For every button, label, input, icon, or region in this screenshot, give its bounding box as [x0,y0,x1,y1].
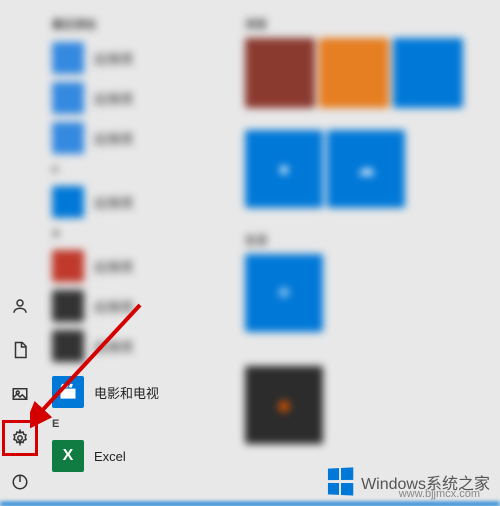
start-rail [0,0,40,506]
app-item-excel[interactable]: X Excel [40,436,240,476]
section-header-e[interactable]: E [40,412,240,436]
tile[interactable]: ● [245,130,323,208]
gear-icon [11,429,29,447]
tile[interactable] [319,38,389,108]
power-icon[interactable] [2,464,38,500]
user-icon[interactable] [2,288,38,324]
app-item[interactable]: 应用项 [40,38,240,78]
app-item[interactable]: 应用项 [40,326,240,366]
tile[interactable]: ☁ [327,130,405,208]
section-header[interactable]: 最近添加 [40,10,240,38]
document-icon[interactable] [2,332,38,368]
windows-logo-icon [328,467,355,496]
tiles-area: 浏览 ● ☁ 生活 ☀ ◆ [245,0,500,506]
app-item[interactable]: 应用项 [40,78,240,118]
app-item[interactable]: 应用项 [40,182,240,222]
app-list-clear: 电影和电视 E X Excel [40,372,240,476]
section-header[interactable]: A [40,222,240,246]
tile[interactable] [393,38,463,108]
app-item[interactable]: 应用项 [40,246,240,286]
app-item[interactable]: 应用项 [40,286,240,326]
taskbar[interactable] [0,502,500,506]
tile[interactable]: ☀ [245,254,323,332]
pictures-icon[interactable] [2,376,38,412]
excel-icon: X [52,440,84,472]
app-item-movies-tv[interactable]: 电影和电视 [40,372,240,412]
watermark: Windows系统之家 www.bjjmcx.com [327,468,490,496]
start-menu: 最近添加 应用项 应用项 应用项 # 应用项 A 应用项 应用项 应用项 电影和… [0,0,500,506]
tile[interactable] [245,38,315,108]
tile-group-label[interactable]: 生活 [245,226,500,254]
clapper-icon [52,376,84,408]
tile[interactable]: ◆ [245,366,323,444]
settings-button[interactable] [2,420,38,456]
section-header[interactable]: # [40,158,240,182]
app-label: Excel [94,449,126,464]
app-item[interactable]: 应用项 [40,118,240,158]
tile-group-label[interactable]: 浏览 [245,10,500,38]
watermark-url: www.bjjmcx.com [399,488,480,500]
app-label: 电影和电视 [94,383,159,402]
